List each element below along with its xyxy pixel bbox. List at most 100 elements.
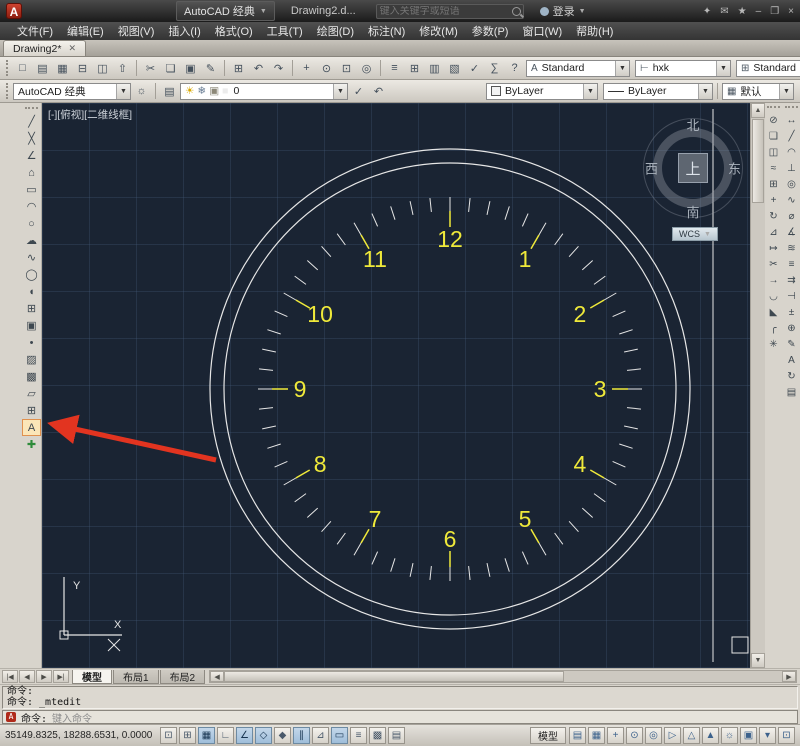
lock-ui-icon[interactable]: ▣	[740, 727, 757, 744]
grid-display-icon[interactable]: ▦	[198, 727, 215, 744]
object-snap-tracking-icon[interactable]: ∥	[293, 727, 310, 744]
dim-style-icon[interactable]: ▤	[784, 384, 800, 400]
command-input-placeholder[interactable]: 键入命令	[52, 710, 92, 725]
chevron-down-icon[interactable]: ▼	[583, 83, 597, 99]
quick-view-drawings-icon[interactable]: ▦	[588, 727, 605, 744]
compass-north-label[interactable]: 北	[686, 115, 699, 134]
pan-tool-icon[interactable]: +	[607, 727, 624, 744]
explode-icon[interactable]: ✳	[766, 336, 782, 352]
create-block-icon[interactable]: ▣	[22, 317, 41, 334]
menu-item-9[interactable]: 参数(P)	[465, 22, 516, 40]
spline-icon[interactable]: ∿	[22, 249, 41, 266]
polyline-icon[interactable]: ∠	[22, 147, 41, 164]
annotation-visibility-icon[interactable]: ▲	[702, 727, 719, 744]
new-icon[interactable]: □	[13, 59, 32, 78]
toolbar-grip[interactable]	[767, 106, 780, 110]
menu-item-7[interactable]: 标注(N)	[361, 22, 412, 40]
next-tab-icon[interactable]: ▶	[36, 670, 52, 683]
copy-icon[interactable]: ❏	[161, 59, 180, 78]
menu-item-1[interactable]: 编辑(E)	[60, 22, 111, 40]
quick-dim-icon[interactable]: ≋	[784, 240, 800, 256]
workspace-switching-icon[interactable]: ☼	[721, 727, 738, 744]
clean-screen-icon[interactable]: ⊡	[778, 727, 795, 744]
prev-tab-icon[interactable]: ◀	[19, 670, 35, 683]
mirror-icon[interactable]: ◫	[766, 144, 782, 160]
menu-item-2[interactable]: 视图(V)	[111, 22, 162, 40]
plot-preview-icon[interactable]: ◫	[93, 59, 112, 78]
center-mark-icon[interactable]: ⊕	[784, 320, 800, 336]
offset-icon[interactable]: ≈	[766, 160, 782, 176]
trim-icon[interactable]: ✂	[766, 256, 782, 272]
array-icon[interactable]: ⊞	[766, 176, 782, 192]
ordinate-dim-icon[interactable]: ⊥	[784, 160, 800, 176]
document-tab[interactable]: Drawing2* ✕	[3, 40, 86, 56]
communication-center-icon[interactable]: ✉	[720, 6, 728, 17]
compass-west-label[interactable]: 西	[645, 159, 658, 178]
command-history[interactable]: 命令: 命令: _mtedit	[2, 686, 798, 709]
arc-icon[interactable]: ◠	[22, 198, 41, 215]
compass-top-face[interactable]: 上	[678, 153, 708, 183]
insert-block-icon[interactable]: ⊞	[22, 300, 41, 317]
vertical-scrollbar[interactable]: ▲ ▼	[750, 103, 765, 668]
radius-dim-icon[interactable]: ◎	[784, 176, 800, 192]
dim-style-combo[interactable]: ⊢ hxk ▼	[635, 59, 731, 77]
ellipse-arc-icon[interactable]: ◖	[22, 283, 41, 300]
scroll-up-icon[interactable]: ▲	[751, 103, 765, 118]
erase-icon[interactable]: ⊘	[766, 112, 782, 128]
copy-object-icon[interactable]: ❏	[766, 128, 782, 144]
save-icon[interactable]: ▦	[53, 59, 72, 78]
fillet-icon[interactable]: ╭	[766, 320, 782, 336]
first-tab-icon[interactable]: |◀	[2, 670, 18, 683]
revision-cloud-icon[interactable]: ☁	[22, 232, 41, 249]
last-tab-icon[interactable]: ▶|	[53, 670, 69, 683]
undo-icon[interactable]: ↶	[249, 59, 268, 78]
tolerance-icon[interactable]: ±	[784, 304, 800, 320]
diameter-dim-icon[interactable]: ⌀	[784, 208, 800, 224]
minimize-icon[interactable]: –	[756, 6, 762, 17]
hatch-icon[interactable]: ▨	[22, 351, 41, 368]
workspace-combo[interactable]: AutoCAD 经典 ▼	[13, 82, 131, 100]
favorites-icon[interactable]: ★	[738, 6, 747, 17]
polar-tracking-icon[interactable]: ∠	[236, 727, 253, 744]
baseline-dim-icon[interactable]: ≡	[784, 256, 800, 272]
match-properties-icon[interactable]: ✎	[201, 59, 220, 78]
chevron-down-icon[interactable]: ▼	[779, 83, 793, 99]
aligned-dim-icon[interactable]: ╱	[784, 128, 800, 144]
gradient-icon[interactable]: ▩	[22, 368, 41, 385]
chevron-down-icon[interactable]: ▼	[333, 83, 347, 99]
design-center-icon[interactable]: ⊞	[405, 59, 424, 78]
app-logo[interactable]: A	[6, 3, 22, 19]
dim-text-edit-icon[interactable]: A	[784, 352, 800, 368]
quick-calc-icon[interactable]: ∑	[485, 59, 504, 78]
rotate-icon[interactable]: ↻	[766, 208, 782, 224]
dim-edit-icon[interactable]: ✎	[784, 336, 800, 352]
block-editor-icon[interactable]: ⊞	[229, 59, 248, 78]
angular-dim-icon[interactable]: ∡	[784, 224, 800, 240]
help-icon[interactable]: ?	[505, 59, 524, 78]
zoom-realtime-icon[interactable]: ⊙	[317, 59, 336, 78]
search-icon[interactable]	[511, 6, 521, 16]
chevron-down-icon[interactable]: ▼	[716, 60, 730, 76]
scroll-right-icon[interactable]: ▶	[782, 671, 796, 682]
properties-icon[interactable]: ≡	[385, 59, 404, 78]
viewport-controls-label[interactable]: [-][俯视][二维线框]	[48, 107, 132, 122]
polygon-icon[interactable]: ⌂	[22, 164, 41, 181]
toolbar-grip[interactable]	[6, 60, 10, 76]
dynamic-input-icon[interactable]: ▭	[331, 727, 348, 744]
compass-south-label[interactable]: 南	[686, 202, 699, 221]
menu-item-0[interactable]: 文件(F)	[10, 22, 60, 40]
default-style-combo[interactable]: ▦ 默认 ▼	[722, 82, 794, 100]
object-snap-icon[interactable]: ◇	[255, 727, 272, 744]
mtext-icon[interactable]: A	[22, 419, 41, 436]
plot-icon[interactable]: ⊟	[73, 59, 92, 78]
sheet-set-manager-icon[interactable]: ▧	[445, 59, 464, 78]
layer-combo[interactable]: ☀ ❄ ▣ ■ 0 ▼	[180, 82, 348, 100]
pan-icon[interactable]: +	[297, 59, 316, 78]
region-icon[interactable]: ▱	[22, 385, 41, 402]
layout-tab-0[interactable]: 模型	[72, 669, 112, 684]
extend-icon[interactable]: →	[766, 272, 782, 288]
close-icon[interactable]: ✕	[68, 43, 76, 54]
rectangle-icon[interactable]: ▭	[22, 181, 41, 198]
dim-break-icon[interactable]: ⊣	[784, 288, 800, 304]
linetype-combo[interactable]: ByLayer ▼	[603, 82, 713, 100]
